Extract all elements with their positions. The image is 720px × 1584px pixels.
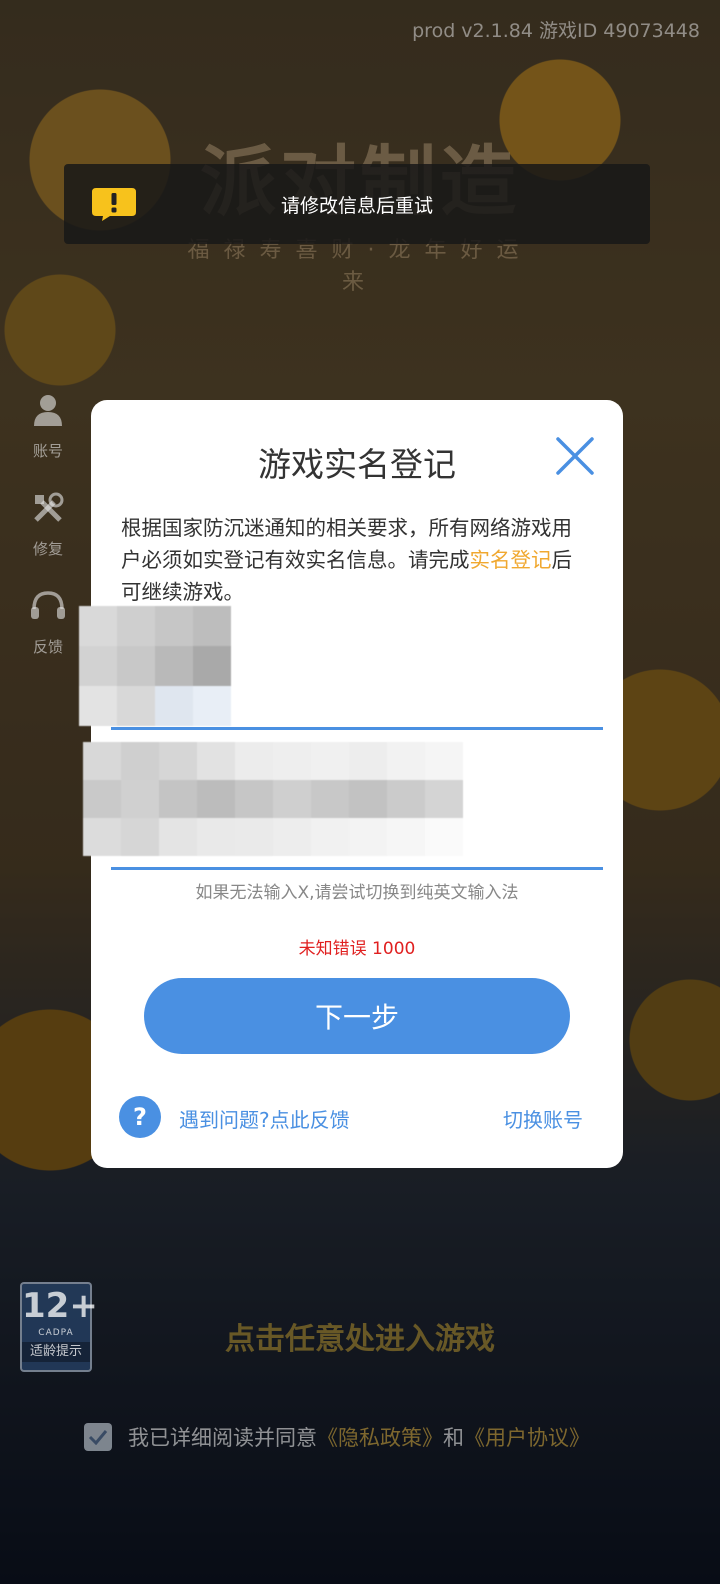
- toast-message: 请修改信息后重试: [64, 164, 650, 244]
- user-agreement-link[interactable]: 《用户协议》: [464, 1422, 590, 1452]
- agreement-row: 我已详细阅读并同意 《隐私政策》 和 《用户协议》: [84, 1422, 590, 1452]
- enter-game-prompt[interactable]: 点击任意处进入游戏: [0, 1314, 720, 1358]
- privacy-mosaic-id: [83, 742, 463, 856]
- input-hint: 如果无法输入X,请尝试切换到纯英文输入法: [195, 883, 519, 903]
- feedback-link[interactable]: 遇到问题?点此反馈: [179, 1104, 350, 1133]
- side-item-feedback[interactable]: 反馈: [20, 586, 76, 684]
- dialog-description: 根据国家防沉迷通知的相关要求，所有网络游戏用户必须如实登记有效实名信息。请完成实…: [121, 512, 591, 608]
- privacy-mosaic-name: [79, 606, 231, 726]
- version-label: prod v2.1.84 游戏ID 49073448: [412, 20, 700, 42]
- toast-text: 请修改信息后重试: [280, 194, 433, 217]
- warning-icon: [90, 186, 138, 226]
- agree-checkbox[interactable]: [84, 1423, 112, 1451]
- side-item-account[interactable]: 账号: [20, 390, 76, 488]
- side-item-repair[interactable]: 修复: [20, 488, 76, 586]
- help-icon[interactable]: ?: [119, 1096, 161, 1138]
- desc-highlight: 实名登记: [469, 548, 552, 572]
- switch-account-link[interactable]: 切换账号: [503, 1104, 583, 1133]
- dialog-title: 游戏实名登记: [258, 445, 456, 484]
- next-step-button[interactable]: 下一步: [144, 978, 570, 1054]
- side-item-label: 账号: [32, 442, 63, 460]
- side-menu: 账号 修复 反馈: [20, 390, 76, 684]
- tools-icon: [28, 488, 68, 528]
- realname-dialog: 游戏实名登记 根据国家防沉迷通知的相关要求，所有网络游戏用户必须如实登记有效实名…: [79, 400, 623, 1168]
- close-icon[interactable]: [555, 436, 595, 476]
- user-icon: [28, 390, 68, 430]
- error-message: 未知错误 1000: [298, 939, 416, 959]
- agree-text: 我已详细阅读并同意: [128, 1426, 317, 1450]
- side-item-label: 反馈: [32, 638, 63, 656]
- headset-icon: [28, 586, 68, 626]
- agree-and: 和: [443, 1426, 464, 1450]
- privacy-policy-link[interactable]: 《隐私政策》: [317, 1422, 443, 1452]
- side-item-label: 修复: [32, 540, 63, 558]
